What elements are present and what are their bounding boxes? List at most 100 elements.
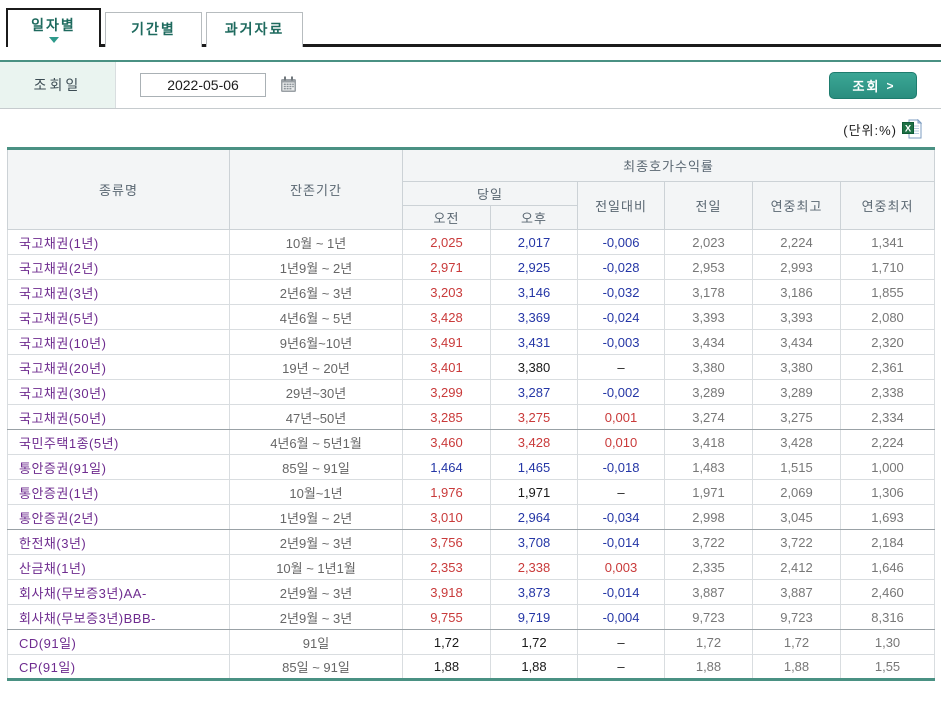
cell-year-low: 2,224 [841, 430, 935, 455]
cell-am: 3,491 [403, 330, 491, 355]
cell-am: 1,72 [403, 630, 491, 655]
cell-period: 4년6월 ~ 5년1월 [230, 430, 403, 455]
cell-prev: 1,971 [665, 480, 753, 505]
cell-am: 2,025 [403, 230, 491, 255]
cell-period: 29년~30년 [230, 380, 403, 405]
table-row: 국고채권(50년)47년~50년3,2853,2750,0013,2743,27… [8, 405, 935, 430]
cell-year-low: 2,361 [841, 355, 935, 380]
cell-year-high: 3,275 [753, 405, 841, 430]
table-row: 산금채(1년)10월 ~ 1년1월2,3532,3380,0032,3352,4… [8, 555, 935, 580]
cell-name[interactable]: CP(91일) [8, 655, 230, 680]
cell-prev: 2,953 [665, 255, 753, 280]
cell-year-high: 3,887 [753, 580, 841, 605]
cell-am: 3,401 [403, 355, 491, 380]
cell-change: -0,032 [578, 280, 665, 305]
chevron-right-icon: > [886, 79, 893, 93]
cell-period: 1년9월 ~ 2년 [230, 505, 403, 530]
cell-period: 9년6월~10년 [230, 330, 403, 355]
cell-period: 85일 ~ 91일 [230, 655, 403, 680]
tab-bar: 일자별 기간별 과거자료 [0, 8, 941, 47]
cell-year-low: 2,338 [841, 380, 935, 405]
cell-name[interactable]: 국고채권(2년) [8, 255, 230, 280]
cell-year-high: 1,515 [753, 455, 841, 480]
search-button-label: 조회 [853, 76, 881, 95]
table-row: 회사채(무보증3년)AA-2년9월 ~ 3년3,9183,873-0,0143,… [8, 580, 935, 605]
cell-prev: 1,483 [665, 455, 753, 480]
cell-year-low: 1,55 [841, 655, 935, 680]
cell-name[interactable]: 국고채권(50년) [8, 405, 230, 430]
cell-year-high: 9,723 [753, 605, 841, 630]
header-am: 오전 [403, 206, 491, 230]
cell-am: 1,464 [403, 455, 491, 480]
table-row: 국고채권(20년)19년 ~ 20년3,4013,380–3,3803,3802… [8, 355, 935, 380]
cell-am: 3,756 [403, 530, 491, 555]
cell-name[interactable]: 국고채권(10년) [8, 330, 230, 355]
cell-year-low: 2,460 [841, 580, 935, 605]
cell-year-low: 1,646 [841, 555, 935, 580]
header-pm: 오후 [491, 206, 578, 230]
table-row: 국고채권(3년)2년6월 ~ 3년3,2033,146-0,0323,1783,… [8, 280, 935, 305]
cell-name[interactable]: 회사채(무보증3년)AA- [8, 580, 230, 605]
cell-name[interactable]: 통안증권(91일) [8, 455, 230, 480]
cell-change: 0,001 [578, 405, 665, 430]
table-row: 국고채권(2년)1년9월 ~ 2년2,9712,925-0,0282,9532,… [8, 255, 935, 280]
cell-year-high: 1,72 [753, 630, 841, 655]
search-button[interactable]: 조회 > [829, 72, 917, 99]
table-row: 국민주택1종(5년)4년6월 ~ 5년1월3,4603,4280,0103,41… [8, 430, 935, 455]
cell-change: 0,003 [578, 555, 665, 580]
table-row: 국고채권(1년)10월 ~ 1년2,0252,017-0,0062,0232,2… [8, 230, 935, 255]
cell-change: – [578, 355, 665, 380]
cell-year-low: 1,341 [841, 230, 935, 255]
cell-name[interactable]: 한전채(3년) [8, 530, 230, 555]
cell-change: -0,028 [578, 255, 665, 280]
cell-am: 3,010 [403, 505, 491, 530]
cell-prev: 2,023 [665, 230, 753, 255]
cell-pm: 2,925 [491, 255, 578, 280]
cell-name[interactable]: 국고채권(1년) [8, 230, 230, 255]
tab-history[interactable]: 과거자료 [206, 12, 303, 47]
cell-year-low: 1,710 [841, 255, 935, 280]
cell-name[interactable]: 통안증권(2년) [8, 505, 230, 530]
date-input[interactable] [140, 73, 266, 97]
cell-name[interactable]: 국고채권(5년) [8, 305, 230, 330]
calendar-icon[interactable] [280, 76, 297, 93]
cell-am: 3,299 [403, 380, 491, 405]
cell-year-low: 1,306 [841, 480, 935, 505]
cell-pm: 1,72 [491, 630, 578, 655]
cell-name[interactable]: 국고채권(3년) [8, 280, 230, 305]
cell-year-low: 8,316 [841, 605, 935, 630]
cell-prev: 9,723 [665, 605, 753, 630]
cell-year-low: 2,184 [841, 530, 935, 555]
excel-export-icon[interactable]: X [902, 119, 922, 139]
cell-year-low: 2,320 [841, 330, 935, 355]
cell-name[interactable]: 국고채권(30년) [8, 380, 230, 405]
tab-daily[interactable]: 일자별 [6, 8, 101, 47]
tab-period[interactable]: 기간별 [105, 12, 202, 47]
header-name: 종류명 [8, 149, 230, 230]
cell-name[interactable]: CD(91일) [8, 630, 230, 655]
cell-name[interactable]: 통안증권(1년) [8, 480, 230, 505]
cell-period: 2년6월 ~ 3년 [230, 280, 403, 305]
table-row: 국고채권(30년)29년~30년3,2993,287-0,0023,2893,2… [8, 380, 935, 405]
cell-period: 2년9월 ~ 3년 [230, 605, 403, 630]
cell-am: 3,428 [403, 305, 491, 330]
svg-text:X: X [905, 123, 912, 134]
cell-name[interactable]: 회사채(무보증3년)BBB- [8, 605, 230, 630]
cell-name[interactable]: 국고채권(20년) [8, 355, 230, 380]
cell-year-low: 1,693 [841, 505, 935, 530]
cell-pm: 3,431 [491, 330, 578, 355]
cell-period: 10월 ~ 1년 [230, 230, 403, 255]
cell-name[interactable]: 국민주택1종(5년) [8, 430, 230, 455]
table-row: 회사채(무보증3년)BBB-2년9월 ~ 3년9,7559,719-0,0049… [8, 605, 935, 630]
cell-name[interactable]: 산금채(1년) [8, 555, 230, 580]
cell-period: 47년~50년 [230, 405, 403, 430]
unit-note: (단위:%) [843, 120, 897, 139]
cell-period: 10월~1년 [230, 480, 403, 505]
cell-change: -0,018 [578, 455, 665, 480]
cell-prev: 3,380 [665, 355, 753, 380]
header-year-low: 연중최저 [841, 182, 935, 230]
cell-prev: 2,335 [665, 555, 753, 580]
cell-year-high: 3,722 [753, 530, 841, 555]
cell-year-high: 2,069 [753, 480, 841, 505]
cell-pm: 3,146 [491, 280, 578, 305]
